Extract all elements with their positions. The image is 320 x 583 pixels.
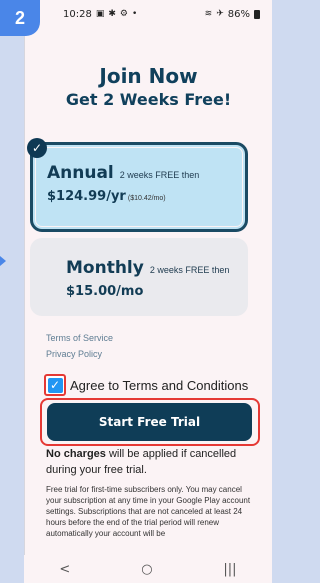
battery-icon (254, 9, 260, 19)
step-badge: 2 (0, 0, 40, 36)
back-icon[interactable]: < (59, 562, 70, 577)
plan-annual-name: Annual (47, 163, 114, 183)
settings-icon: ⚙ (119, 9, 128, 19)
plan-monthly-card[interactable]: Monthly 2 weeks FREE then $15.00/mo (30, 238, 248, 316)
plan-monthly-name: Monthly (66, 258, 144, 278)
no-charges-bold: No charges (46, 448, 106, 460)
check-circle-icon: ✓ (27, 138, 47, 158)
agree-checkbox[interactable]: ✓ (47, 377, 63, 393)
arrow-icon (0, 256, 6, 266)
page-subtitle: Get 2 Weeks Free! (65, 90, 232, 109)
battery-level: 86% (227, 8, 250, 20)
terms-link[interactable]: Terms of Service (46, 330, 113, 346)
dot-icon: • (131, 9, 138, 19)
plan-annual-per-month: ($10.42/mo) (127, 195, 166, 202)
plan-annual-desc: 2 weeks FREE then (119, 170, 200, 180)
agree-row: ✓ Agree to Terms and Conditions (44, 374, 248, 396)
plan-monthly-desc: 2 weeks FREE then (149, 265, 230, 275)
plan-monthly-price: $15.00/mo (66, 284, 144, 299)
android-navbar: < ○ ||| (24, 555, 272, 583)
status-time: 10:28 (63, 8, 92, 20)
status-left: 10:28 ▣ ✱ ⚙ • (63, 9, 137, 20)
home-icon[interactable]: ○ (141, 562, 152, 577)
agree-checkbox-highlight[interactable]: ✓ (44, 374, 66, 396)
plan-annual-card[interactable]: Annual 2 weeks FREE then $124.99/yr ($10… (30, 142, 248, 232)
gear-icon: ✱ (108, 9, 116, 19)
status-bar: 10:28 ▣ ✱ ⚙ • ≋ ✈ 86% (25, 0, 272, 28)
privacy-link[interactable]: Privacy Policy (46, 346, 113, 362)
start-free-trial-button[interactable]: Start Free Trial (47, 403, 252, 441)
legal-links: Terms of Service Privacy Policy (46, 330, 113, 362)
status-right: ≋ ✈ 86% (205, 9, 260, 20)
fine-print: Free trial for first-time subscribers on… (46, 485, 251, 538)
image-icon: ▣ (95, 9, 105, 19)
airplane-icon: ✈ (216, 9, 224, 19)
recents-icon[interactable]: ||| (223, 562, 236, 577)
plan-annual-price: $124.99/yr (47, 189, 126, 204)
agree-label: Agree to Terms and Conditions (70, 377, 249, 393)
no-charges-notice: No charges will be applied if cancelled … (46, 446, 256, 478)
page-title: Join Now (99, 64, 198, 88)
wifi-icon: ≋ (204, 9, 213, 19)
